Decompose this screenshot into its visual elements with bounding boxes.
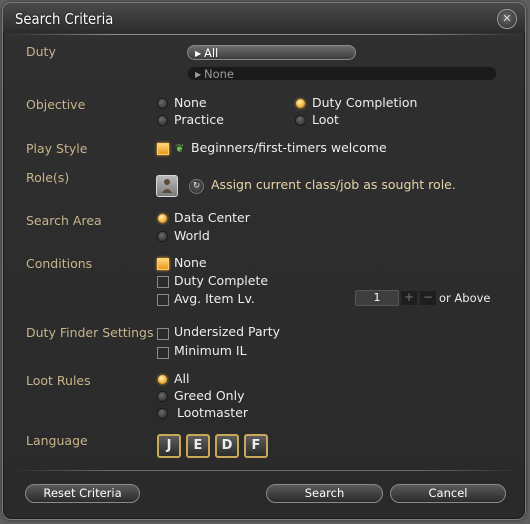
objective-loot-label: Loot <box>312 112 339 127</box>
language-label: Language <box>26 433 88 448</box>
item-level-plus-button[interactable]: + <box>400 290 418 306</box>
loot-greed-only-radio[interactable] <box>158 392 167 401</box>
duty-all-button[interactable]: ▶ All <box>187 45 356 60</box>
title-divider <box>11 34 517 35</box>
search-button[interactable]: Search <box>266 484 383 503</box>
beginner-sprout-icon: ❦ <box>175 142 185 155</box>
duty-label: Duty <box>26 44 56 59</box>
world-label: World <box>174 228 210 243</box>
item-level-minus-button[interactable]: − <box>419 290 437 306</box>
roles-label: Role(s) <box>26 170 70 185</box>
minimum-il-label: Minimum IL <box>174 343 247 358</box>
duty-finder-settings-label: Duty Finder Settings <box>26 325 154 340</box>
language-f-button[interactable]: F <box>244 434 268 458</box>
language-d-button[interactable]: D <box>215 434 239 458</box>
loot-rules-label: Loot Rules <box>26 373 91 388</box>
cancel-button[interactable]: Cancel <box>390 484 506 503</box>
item-level-input[interactable]: 1 <box>355 290 399 306</box>
condition-duty-complete-label: Duty Complete <box>174 273 269 288</box>
world-radio[interactable] <box>158 232 167 241</box>
beginners-label: Beginners/first-timers welcome <box>191 140 387 155</box>
undersized-party-label: Undersized Party <box>174 324 281 339</box>
play-style-label: Play Style <box>26 141 88 156</box>
title-bar[interactable]: Search Criteria ✕ <box>3 3 525 33</box>
condition-avg-item-lv-checkbox[interactable] <box>157 294 169 306</box>
expand-arrow-icon: ▶ <box>195 49 202 58</box>
language-j-button[interactable]: J <box>157 434 181 458</box>
objective-practice-radio[interactable] <box>158 116 167 125</box>
condition-duty-complete-checkbox[interactable] <box>157 276 169 288</box>
objective-label: Objective <box>26 97 86 112</box>
minimum-il-checkbox[interactable] <box>157 347 169 359</box>
data-center-label: Data Center <box>174 210 250 225</box>
role-figure-icon <box>162 179 172 193</box>
objective-none-label: None <box>174 95 207 110</box>
objective-duty-completion-radio[interactable] <box>296 99 305 108</box>
loot-greed-only-label: Greed Only <box>174 388 245 403</box>
data-center-radio[interactable] <box>158 214 167 223</box>
job-role-icon[interactable] <box>156 175 178 197</box>
close-icon[interactable]: ✕ <box>497 9 517 29</box>
undersized-party-checkbox[interactable] <box>157 328 169 340</box>
loot-all-label: All <box>174 371 190 386</box>
conditions-label: Conditions <box>26 256 93 271</box>
footer-divider <box>8 470 522 471</box>
lootmaster-label: Lootmaster <box>177 405 249 420</box>
expand-arrow-icon: ▶ <box>195 70 202 79</box>
objective-duty-completion-label: Duty Completion <box>312 95 418 110</box>
beginners-checkbox[interactable] <box>157 143 169 155</box>
language-e-button[interactable]: E <box>186 434 210 458</box>
objective-none-radio[interactable] <box>158 99 167 108</box>
lootmaster-radio[interactable] <box>158 409 167 418</box>
duty-none-row[interactable]: ▶ None <box>187 66 497 81</box>
or-above-label: or Above <box>439 291 491 305</box>
condition-none-label: None <box>174 255 207 270</box>
search-area-label: Search Area <box>26 213 102 228</box>
window-title: Search Criteria <box>15 10 114 28</box>
reset-criteria-button[interactable]: Reset Criteria <box>25 484 140 503</box>
duty-none-label: None <box>204 67 235 81</box>
objective-practice-label: Practice <box>174 112 224 127</box>
assign-role-text: Assign current class/job as sought role. <box>211 177 456 192</box>
condition-none-checkbox[interactable] <box>157 258 169 270</box>
loot-all-radio[interactable] <box>158 375 167 384</box>
objective-loot-radio[interactable] <box>296 116 305 125</box>
duty-all-label: All <box>204 46 219 60</box>
refresh-icon[interactable]: ↻ <box>189 179 204 194</box>
condition-avg-item-lv-label: Avg. Item Lv. <box>174 291 255 306</box>
